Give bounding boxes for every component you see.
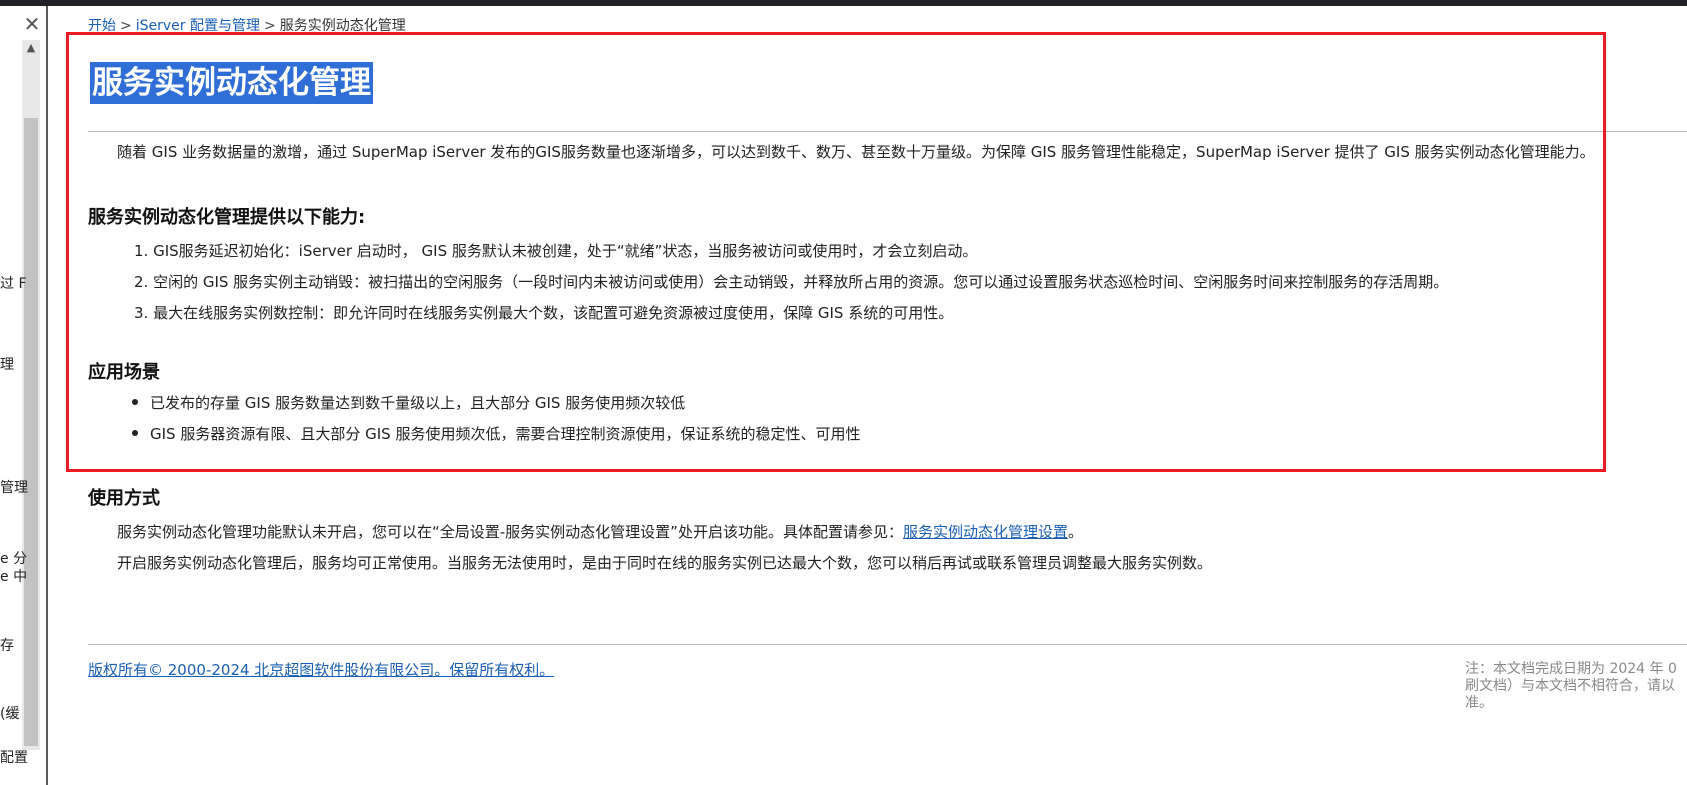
page-title: 服务实例动态化管理 (90, 62, 373, 104)
breadcrumb-current: 服务实例动态化管理 (279, 18, 406, 34)
capabilities-list: 1. GIS服务延迟初始化：iServer 启动时， GIS 服务默认未被创建，… (134, 241, 1448, 334)
footer-note: 注：本文档完成日期为 2024 年 0 刷文档）与本文档不相符合，请以 准。 (1465, 661, 1687, 712)
breadcrumb: 开始 > iServer 配置与管理 > 服务实例动态化管理 (88, 17, 406, 35)
window-top-bar (0, 0, 1687, 6)
sidebar-item-fragment[interactable]: 理 (0, 357, 14, 373)
sidebar-item-fragment[interactable]: 配置 (0, 750, 28, 766)
list-item: 1. GIS服务延迟初始化：iServer 启动时， GIS 服务默认未被创建，… (134, 242, 978, 260)
footer-note-line: 注：本文档完成日期为 2024 年 0 (1465, 661, 1677, 677)
intro-paragraph: 随着 GIS 业务数据量的激增，通过 SuperMap iServer 发布的G… (117, 143, 1595, 161)
sidebar-item-fragment[interactable]: 管理 (0, 480, 28, 496)
usage-text: 服务实例动态化管理功能默认未开启，您可以在“全局设置-服务实例动态化管理设置”处… (117, 523, 903, 541)
breadcrumb-separator: > (120, 18, 132, 34)
scenarios-list: 已发布的存量 GIS 服务数量达到数千量级以上，且大部分 GIS 服务使用频次较… (132, 393, 860, 455)
scroll-up-arrow-icon[interactable]: ▲ (22, 40, 40, 56)
list-item: 已发布的存量 GIS 服务数量达到数千量级以上，且大部分 GIS 服务使用频次较… (132, 393, 860, 424)
sidebar-item-fragment[interactable]: 存 (0, 638, 14, 654)
close-icon[interactable]: ✕ (22, 14, 42, 34)
sidebar-item-fragment[interactable]: e 中 (0, 569, 27, 585)
breadcrumb-link-start[interactable]: 开始 (88, 18, 116, 34)
title-divider (88, 131, 1687, 132)
list-item: GIS 服务器资源有限、且大部分 GIS 服务使用频次低，需要合理控制资源使用，… (132, 424, 860, 455)
dynamic-management-settings-link[interactable]: 服务实例动态化管理设置 (903, 523, 1068, 541)
list-item: 2. 空闲的 GIS 服务实例主动销毁：被扫描出的空闲服务（一段时间内未被访问或… (134, 273, 1449, 291)
sidebar-panel: ✕ ▲ 过 F 理 管理 e 分 e 中 存 (缓 配置 (0, 6, 48, 785)
breadcrumb-link-iserver-config[interactable]: iServer 配置与管理 (136, 18, 260, 34)
bullet-icon (132, 398, 138, 405)
footer-divider (88, 644, 1687, 645)
list-item-text: 已发布的存量 GIS 服务数量达到数千量级以上，且大部分 GIS 服务使用频次较… (150, 394, 686, 412)
sidebar-item-fragment[interactable]: e 分 (0, 551, 27, 567)
list-item-text: GIS 服务器资源有限、且大部分 GIS 服务使用频次低，需要合理控制资源使用，… (150, 425, 861, 443)
sidebar-item-fragment[interactable]: (缓 (0, 706, 19, 722)
usage-heading: 使用方式 (88, 488, 160, 509)
scroll-thumb[interactable] (24, 118, 38, 746)
footer-note-line: 准。 (1465, 695, 1493, 711)
copyright-link[interactable]: 版权所有© 2000-2024 北京超图软件股份有限公司。保留所有权利。 (88, 660, 554, 680)
breadcrumb-separator: > (263, 18, 276, 34)
list-item: 3. 最大在线服务实例数控制：即允许同时在线服务实例最大个数，该配置可避免资源被… (134, 304, 954, 322)
footer-note-line: 刷文档）与本文档不相符合，请以 (1465, 678, 1675, 694)
usage-paragraph-1: 服务实例动态化管理功能默认未开启，您可以在“全局设置-服务实例动态化管理设置”处… (117, 522, 1083, 542)
usage-paragraph-2: 开启服务实例动态化管理后，服务均可正常使用。当服务无法使用时，是由于同时在线的服… (117, 554, 1213, 572)
bullet-icon (132, 429, 138, 436)
sidebar-scrollbar[interactable]: ▲ (22, 40, 40, 750)
scenarios-heading: 应用场景 (88, 362, 160, 383)
sidebar-item-fragment[interactable]: 过 F (0, 276, 27, 292)
usage-text: 。 (1067, 523, 1083, 541)
capabilities-heading: 服务实例动态化管理提供以下能力: (88, 207, 366, 228)
